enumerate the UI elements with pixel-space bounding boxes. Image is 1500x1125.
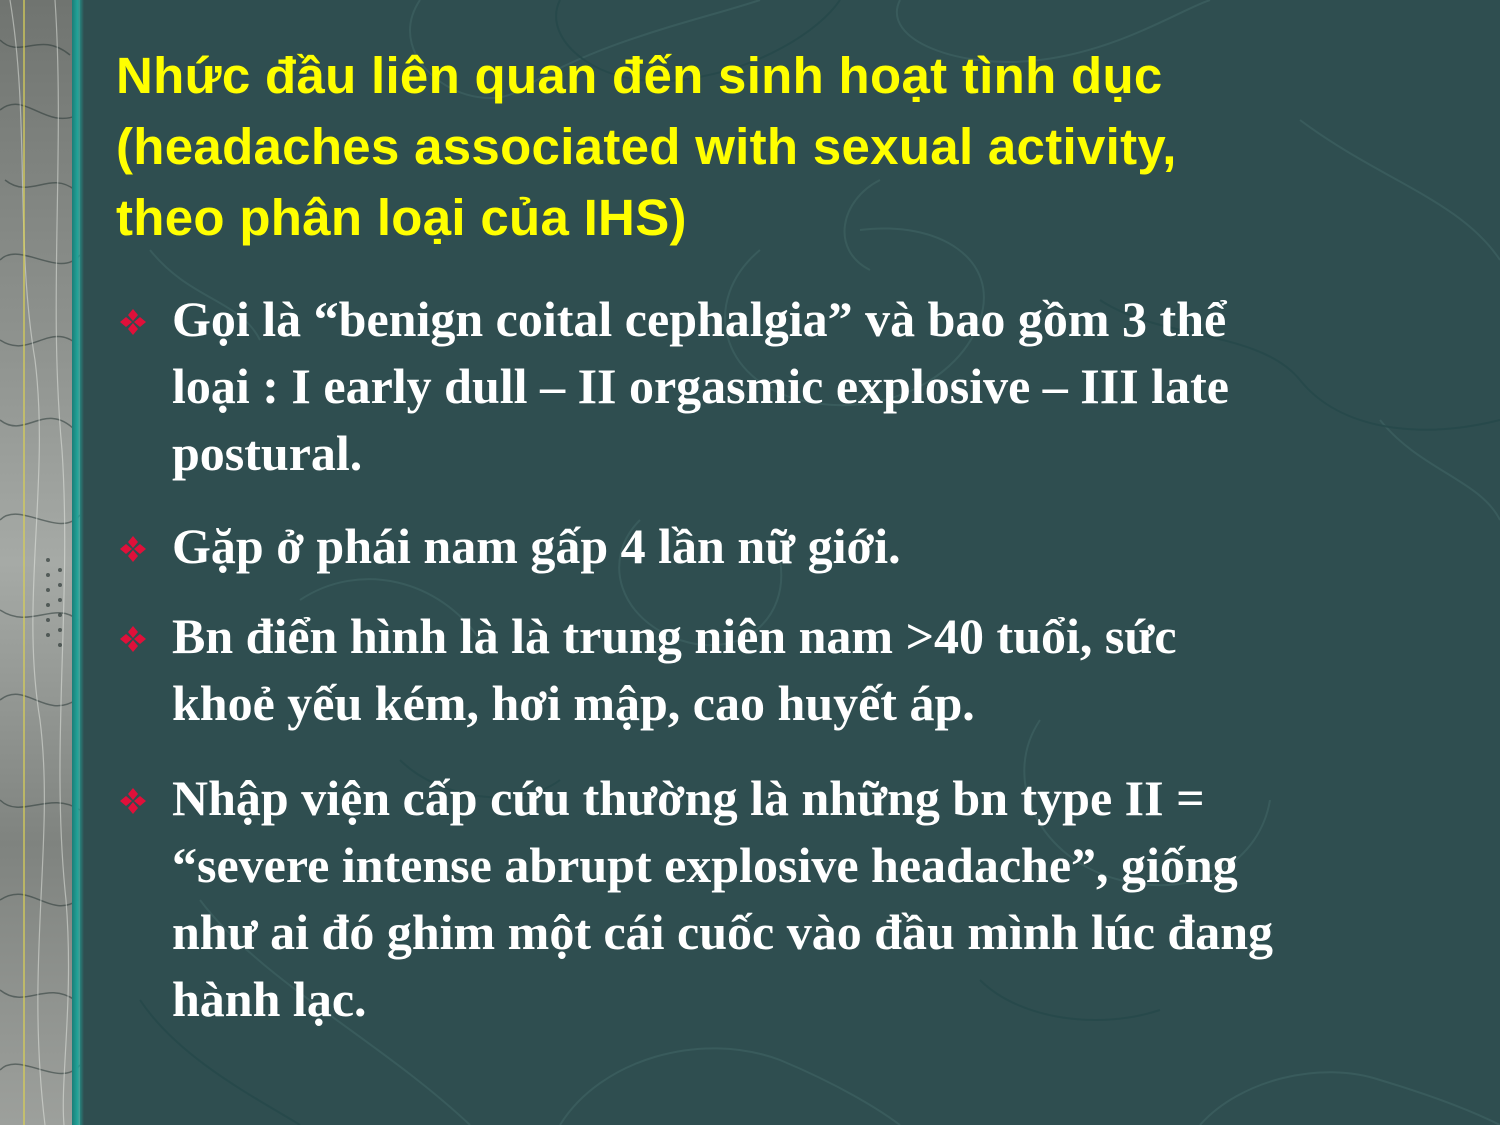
- title-line: (headaches associated with sexual activi…: [116, 118, 1177, 175]
- bullet-line: Bn điển hình là là trung niên nam >40 tu…: [172, 608, 1177, 664]
- bullet-item: Gọi là “benign coital cephalgia” và bao …: [118, 286, 1458, 487]
- bullet-line: hành lạc.: [172, 971, 367, 1027]
- bullet-line: loại : I early dull – II orgasmic explos…: [172, 358, 1229, 414]
- bullet-line: như ai đó ghim một cái cuốc vào đầu mình…: [172, 904, 1274, 960]
- decorative-left-map-strip: [0, 0, 80, 1125]
- bullet-item: Nhập viện cấp cứu thường là những bn typ…: [118, 765, 1458, 1033]
- bullet-line: postural.: [172, 425, 363, 481]
- bullet-line: khoẻ yếu kém, hơi mập, cao huyết áp.: [172, 675, 975, 731]
- four-diamond-bullet-icon: [120, 788, 146, 814]
- bullet-line: Nhập viện cấp cứu thường là những bn typ…: [172, 770, 1205, 826]
- four-diamond-bullet-icon: [120, 309, 146, 335]
- bullet-line: “severe intense abrupt explosive headach…: [172, 837, 1238, 893]
- slide-title: Nhức đầu liên quan đến sinh hoạt tình dụ…: [116, 40, 1456, 253]
- bullet-line: Gặp ở phái nam gấp 4 lần nữ giới.: [172, 518, 901, 574]
- bullet-line: Gọi là “benign coital cephalgia” và bao …: [172, 291, 1227, 347]
- slide: Nhức đầu liên quan đến sinh hoạt tình dụ…: [0, 0, 1500, 1125]
- bullet-list: Gọi là “benign coital cephalgia” và bao …: [118, 286, 1458, 1033]
- title-line: theo phân loại của IHS): [116, 189, 687, 246]
- left-edge-teal-border: [72, 0, 84, 1125]
- four-diamond-bullet-icon: [120, 626, 146, 652]
- bullet-item: Bn điển hình là là trung niên nam >40 tu…: [118, 603, 1458, 737]
- four-diamond-bullet-icon: [120, 536, 146, 562]
- bullet-item: Gặp ở phái nam gấp 4 lần nữ giới.: [118, 513, 1458, 580]
- title-line: Nhức đầu liên quan đến sinh hoạt tình dụ…: [116, 47, 1163, 104]
